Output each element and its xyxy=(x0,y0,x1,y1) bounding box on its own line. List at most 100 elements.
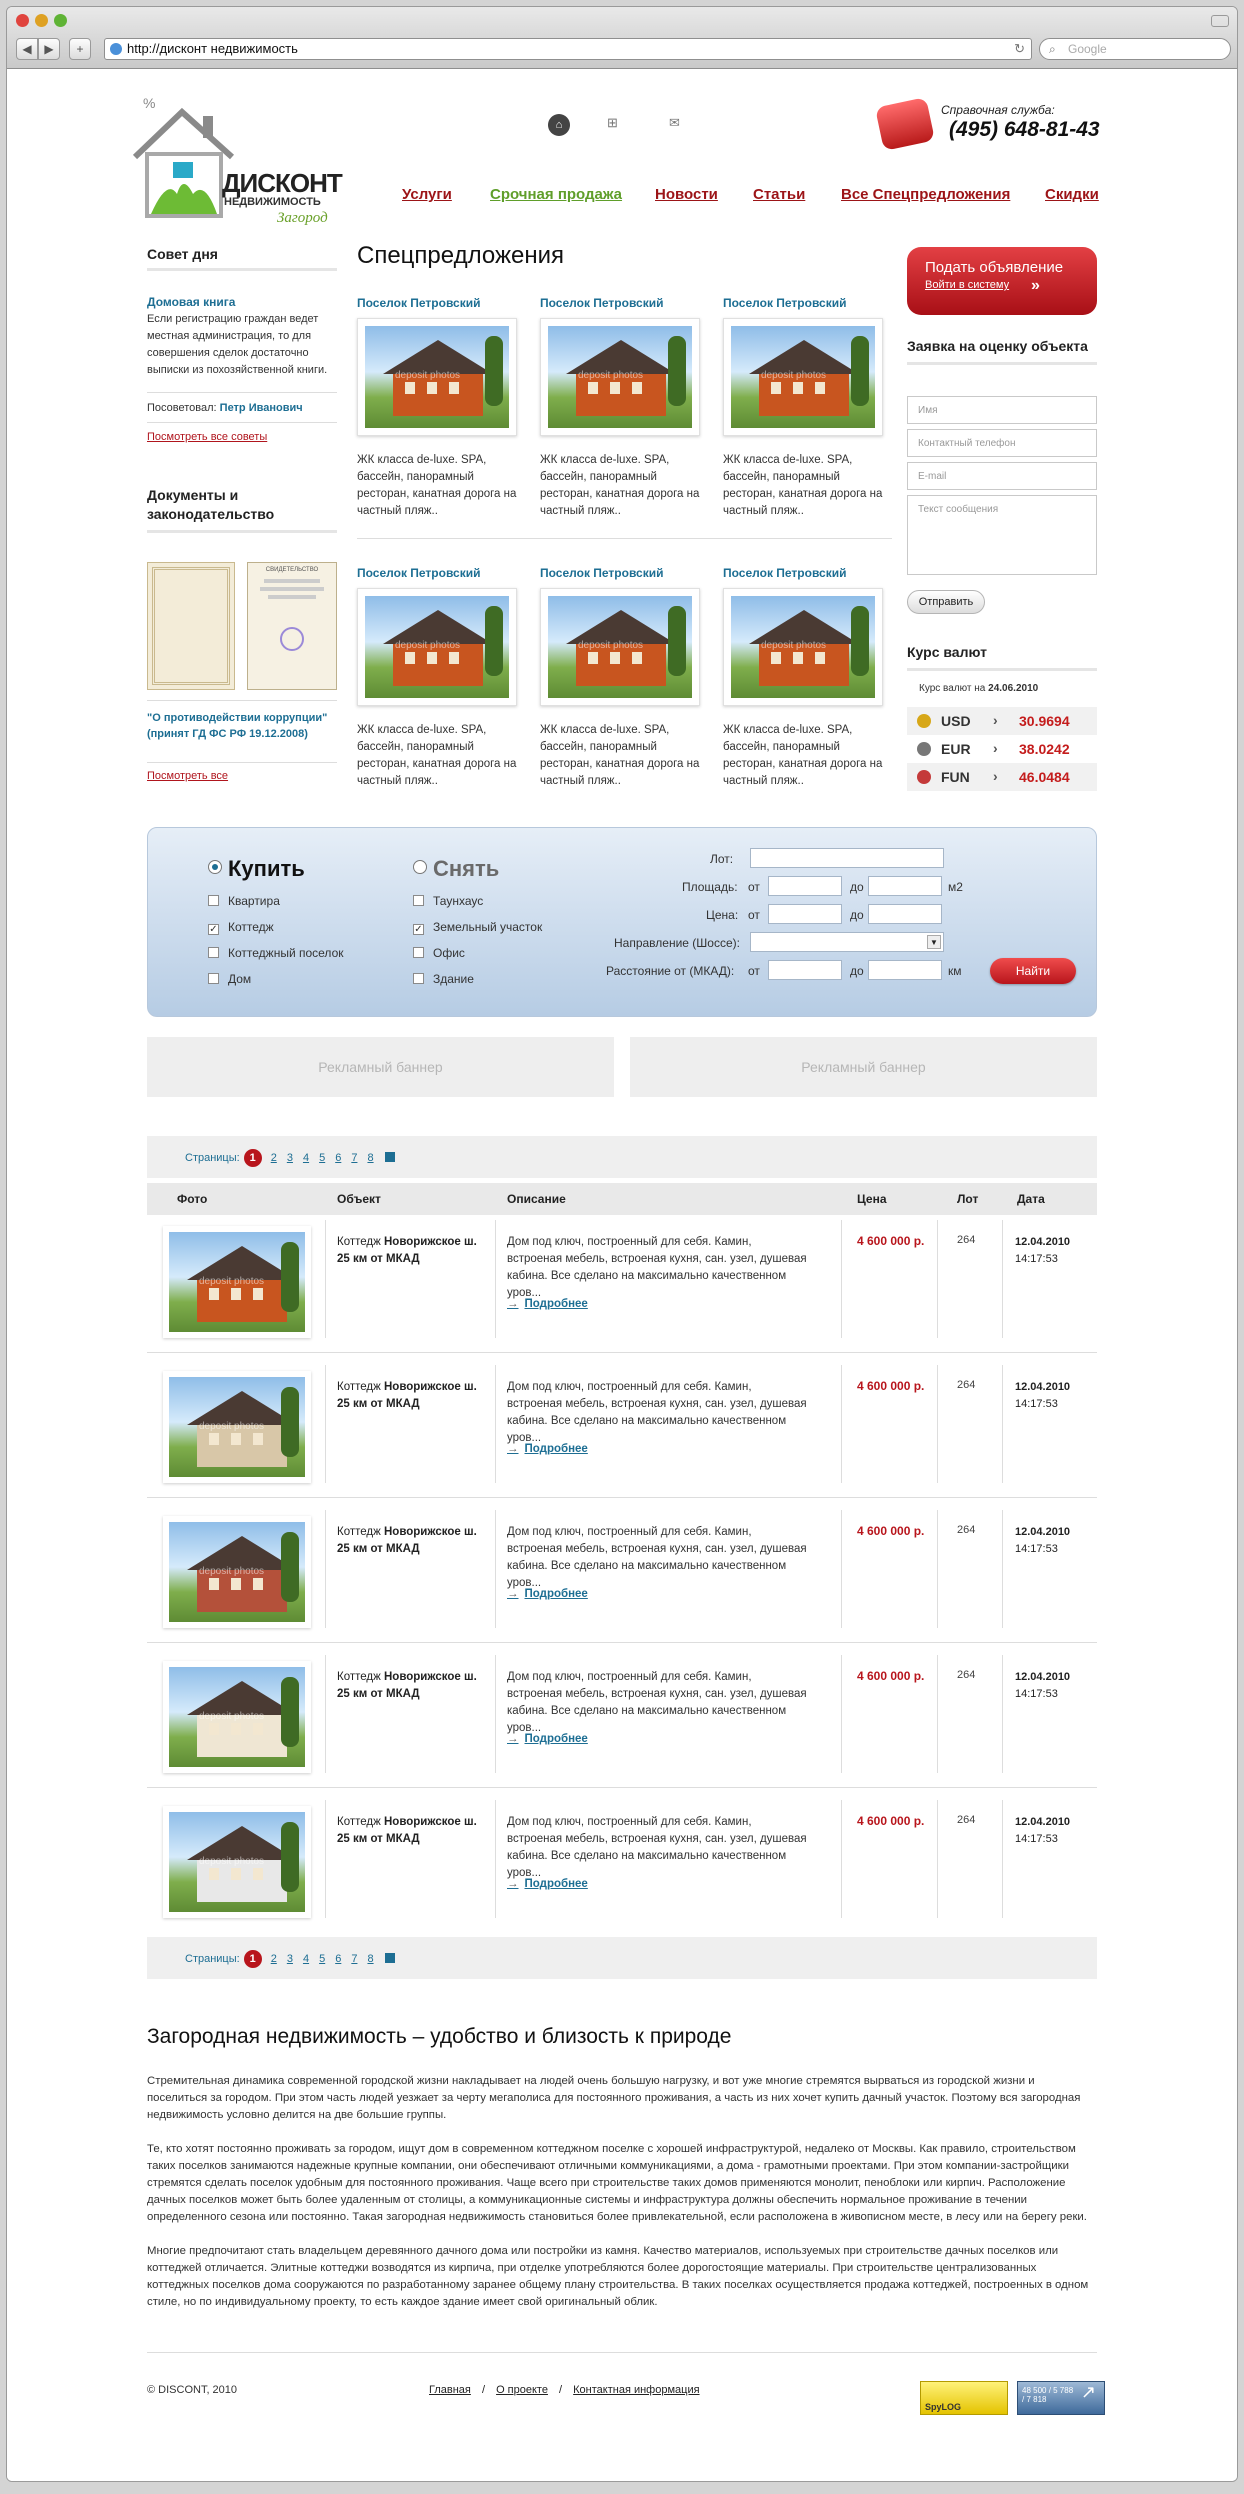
phone-input[interactable]: Контактный телефон xyxy=(907,429,1097,457)
special-thumbnail[interactable]: deposit photos xyxy=(357,588,517,706)
address-bar[interactable]: http://дисконт недвижимость ↻ xyxy=(104,38,1032,60)
name-input[interactable]: Имя xyxy=(907,396,1097,424)
document-image-1[interactable] xyxy=(147,562,235,690)
message-textarea[interactable]: Текст сообщения xyxy=(907,495,1097,575)
pager-page-link[interactable]: 7 xyxy=(351,1152,357,1164)
more-link[interactable]: → Подробнее xyxy=(507,1878,588,1890)
spylog-counter[interactable]: SpyLOG xyxy=(920,2381,1008,2415)
pager-next-icon[interactable] xyxy=(384,1953,395,1963)
back-arrow-icon[interactable]: ◀ xyxy=(16,38,38,60)
pager-current-page[interactable]: 1 xyxy=(243,1149,262,1167)
special-thumbnail[interactable]: deposit photos xyxy=(540,588,700,706)
listing-photo[interactable]: deposit photos xyxy=(163,1806,311,1918)
more-link[interactable]: → Подробнее xyxy=(507,1298,588,1310)
pager-page-link[interactable]: 4 xyxy=(303,1152,309,1164)
footer-contacts-link[interactable]: Контактная информация xyxy=(573,2384,699,2396)
special-title[interactable]: Поселок Петровский xyxy=(540,296,663,310)
special-thumbnail[interactable]: deposit photos xyxy=(723,588,883,706)
forward-arrow-icon[interactable]: ▶ xyxy=(38,38,60,60)
area-from-input[interactable] xyxy=(768,876,842,896)
pager-page-link[interactable]: 8 xyxy=(367,1953,373,1965)
email-input[interactable]: E-mail xyxy=(907,462,1097,490)
ad-banner-left[interactable]: Рекламный баннер xyxy=(147,1037,614,1097)
special-title[interactable]: Поселок Петровский xyxy=(723,296,846,310)
lot-input[interactable] xyxy=(750,848,944,868)
area-to-input[interactable] xyxy=(868,876,942,896)
listing-photo[interactable]: deposit photos xyxy=(163,1371,311,1483)
property-type-option[interactable]: Дом xyxy=(208,972,251,986)
nav-articles[interactable]: Статьи xyxy=(753,186,805,203)
pager-page-link[interactable]: 7 xyxy=(351,1953,357,1965)
pager-page-link[interactable]: 6 xyxy=(335,1152,341,1164)
pager-page-link[interactable]: 2 xyxy=(271,1953,277,1965)
more-link[interactable]: → Подробнее xyxy=(507,1443,588,1455)
search-submit-button[interactable]: Найти xyxy=(990,958,1076,984)
special-title[interactable]: Поселок Петровский xyxy=(540,566,663,580)
price-to-input[interactable] xyxy=(868,904,942,924)
more-link[interactable]: → Подробнее xyxy=(507,1733,588,1745)
pager-page-link[interactable]: 3 xyxy=(287,1953,293,1965)
reload-icon[interactable]: ↻ xyxy=(1014,39,1025,59)
ad-banner-right[interactable]: Рекламный баннер xyxy=(630,1037,1097,1097)
tip-link[interactable]: Домовая книга xyxy=(147,295,235,309)
direction-select[interactable]: ▼ xyxy=(750,932,944,952)
nav-all-specials[interactable]: Все Спецпредложения xyxy=(841,186,1010,203)
listing-photo[interactable]: deposit photos xyxy=(163,1661,311,1773)
browser-search-field[interactable]: ⌕ Google xyxy=(1039,38,1231,60)
pager-page-link[interactable]: 5 xyxy=(319,1953,325,1965)
special-title[interactable]: Поселок Петровский xyxy=(357,566,480,580)
all-tips-link[interactable]: Посмотреть все советы xyxy=(147,431,267,443)
property-type-option[interactable]: Здание xyxy=(413,972,474,986)
nav-news[interactable]: Новости xyxy=(655,186,718,203)
close-window-icon[interactable] xyxy=(16,14,29,27)
pager-page-link[interactable]: 3 xyxy=(287,1152,293,1164)
pager-page-link[interactable]: 8 xyxy=(367,1152,373,1164)
toolbar-toggle-icon[interactable] xyxy=(1211,15,1229,27)
listing-photo[interactable]: deposit photos xyxy=(163,1516,311,1628)
home-icon[interactable]: ⌂ xyxy=(548,114,570,136)
special-thumbnail[interactable]: deposit photos xyxy=(540,318,700,436)
nav-urgent-sale[interactable]: Срочная продажа xyxy=(490,186,622,203)
pager-page-link[interactable]: 5 xyxy=(319,1152,325,1164)
price-from-input[interactable] xyxy=(768,904,842,924)
distance-from-input[interactable] xyxy=(768,960,842,980)
more-link[interactable]: → Подробнее xyxy=(507,1588,588,1600)
mail-icon[interactable]: ✉ xyxy=(669,115,680,131)
login-link[interactable]: Войти в систему xyxy=(925,279,1009,291)
nav-discounts[interactable]: Скидки xyxy=(1045,186,1099,203)
form-submit-button[interactable]: Отправить xyxy=(907,590,985,614)
post-ad-button[interactable]: Подать объявление Войти в систему » xyxy=(907,247,1097,315)
tip-author-name[interactable]: Петр Иванович xyxy=(220,402,303,414)
sitemap-icon[interactable]: ⊞ xyxy=(607,115,618,131)
special-thumbnail[interactable]: deposit photos xyxy=(357,318,517,436)
pager-page-link[interactable]: 2 xyxy=(271,1152,277,1164)
property-type-option[interactable]: ✓ Земельный участок xyxy=(413,920,542,935)
property-type-option[interactable]: Квартира xyxy=(208,894,280,908)
property-type-option[interactable]: ✓ Коттедж xyxy=(208,920,274,935)
pager-current-page[interactable]: 1 xyxy=(243,1950,262,1968)
property-type-option[interactable]: Таунхаус xyxy=(413,894,483,908)
all-docs-link[interactable]: Посмотреть все xyxy=(147,770,228,782)
rent-radio[interactable]: Снять xyxy=(413,856,499,882)
pager-page-link[interactable]: 6 xyxy=(335,1953,341,1965)
property-type-option[interactable]: Коттеджный поселок xyxy=(208,946,344,960)
pager-next-icon[interactable] xyxy=(384,1152,395,1162)
distance-to-input[interactable] xyxy=(868,960,942,980)
nav-services[interactable]: Услуги xyxy=(402,186,452,203)
pager-page-link[interactable]: 4 xyxy=(303,1953,309,1965)
special-title[interactable]: Поселок Петровский xyxy=(357,296,480,310)
special-thumbnail[interactable]: deposit photos xyxy=(723,318,883,436)
special-title[interactable]: Поселок Петровский xyxy=(723,566,846,580)
add-tab-icon[interactable]: + xyxy=(69,38,91,60)
zoom-window-icon[interactable] xyxy=(54,14,67,27)
document-image-2[interactable]: СВИДЕТЕЛЬСТВО xyxy=(247,562,337,690)
minimize-window-icon[interactable] xyxy=(35,14,48,27)
site-logo[interactable]: % ДИСКОНТ НЕДВИЖИМОСТЬ Загород xyxy=(127,82,357,226)
listing-photo[interactable]: deposit photos xyxy=(163,1226,311,1338)
footer-about-link[interactable]: О проекте xyxy=(496,2384,548,2396)
buy-radio[interactable]: Купить xyxy=(208,856,305,882)
liveinternet-counter[interactable]: 48 500 / 5 788 / 7 818 ↗ xyxy=(1017,2381,1105,2415)
docs-caption[interactable]: "О противодействии коррупции" (принят ГД… xyxy=(147,710,337,742)
property-type-option[interactable]: Офис xyxy=(413,946,465,960)
footer-home-link[interactable]: Главная xyxy=(429,2384,471,2396)
